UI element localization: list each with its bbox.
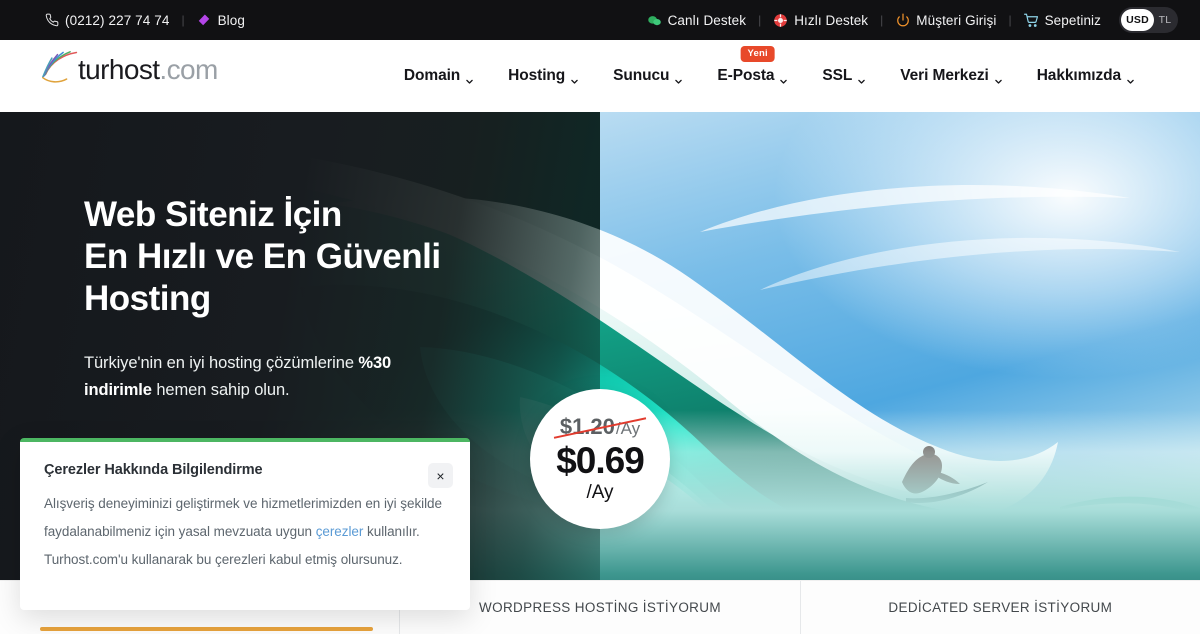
phone-link[interactable]: (0212) 227 74 74 bbox=[44, 13, 169, 28]
fast-support-label: Hızlı Destek bbox=[794, 12, 869, 28]
price-new-amount: $0.69 bbox=[556, 439, 645, 481]
nav-label: Veri Merkezi bbox=[900, 67, 989, 84]
currency-usd-option[interactable]: USD bbox=[1121, 9, 1154, 31]
nav-item-domain[interactable]: Domain bbox=[387, 59, 491, 93]
nav-label: Sunucu bbox=[613, 67, 670, 84]
live-support-label: Canlı Destek bbox=[667, 12, 747, 28]
chevron-down-icon bbox=[465, 73, 474, 84]
hero-sub-part-2: hemen sahip olun. bbox=[151, 380, 290, 399]
fast-support-link[interactable]: Hızlı Destek bbox=[773, 13, 868, 28]
nav-badge-new: Yeni bbox=[740, 46, 775, 62]
hero-content: Web Siteniz İçin En Hızlı ve En Güvenli … bbox=[84, 194, 504, 403]
nav-item-veri-merkezi[interactable]: Veri Merkezi bbox=[883, 59, 1019, 93]
chevron-down-icon bbox=[779, 73, 788, 84]
hero-subheadline: Türkiye'nin en iyi hosting çözümlerine %… bbox=[84, 350, 429, 403]
chevron-down-icon bbox=[857, 73, 866, 84]
cookie-consent-dialog: Çerezler Hakkında Bilgilendirme Alışveri… bbox=[20, 438, 470, 610]
lifebuoy-icon bbox=[773, 13, 788, 28]
logo[interactable]: turhost.com bbox=[40, 50, 218, 90]
tab-label: WORDPRESS HOSTİNG İSTİYORUM bbox=[479, 600, 721, 615]
hero-sub-part-1: Türkiye'nin en iyi hosting çözümlerine bbox=[84, 354, 359, 372]
cookie-policy-link[interactable]: çerezler bbox=[316, 524, 364, 539]
cookie-close-icon[interactable]: × bbox=[428, 463, 453, 488]
chevron-down-icon bbox=[1126, 73, 1135, 84]
nav-item-ssl[interactable]: SSL bbox=[805, 59, 883, 93]
blog-icon bbox=[197, 13, 212, 28]
cart-link[interactable]: Sepetiniz bbox=[1023, 12, 1101, 28]
turhost-logo-icon bbox=[42, 51, 78, 83]
shopping-cart-icon bbox=[1023, 13, 1039, 28]
nav-item-eposta[interactable]: Yeni E-Posta bbox=[700, 46, 805, 93]
blog-link[interactable]: Blog bbox=[197, 13, 245, 28]
logo-wordmark: turhost.com bbox=[78, 56, 218, 84]
topbar-separator-3: | bbox=[880, 13, 884, 27]
cookie-text-line-1: Alışveriş deneyiminizi geliştirmek ve hi… bbox=[44, 496, 397, 511]
chat-bubbles-icon bbox=[647, 13, 662, 28]
site-header: turhost.com Domain Hosting Sunucu Yeni E… bbox=[0, 40, 1200, 112]
cookie-dialog-body: Alışveriş deneyiminizi geliştirmek ve hi… bbox=[44, 490, 448, 574]
price-badge: $1.20/Ay $0.69 /Ay bbox=[530, 389, 670, 529]
live-support-link[interactable]: Canlı Destek bbox=[647, 13, 746, 28]
nav-item-hakkimizda[interactable]: Hakkımızda bbox=[1020, 59, 1152, 93]
currency-toggle[interactable]: USD TL bbox=[1119, 7, 1178, 33]
nav-item-hosting[interactable]: Hosting bbox=[491, 59, 596, 93]
client-login-label: Müşteri Girişi bbox=[916, 12, 997, 28]
currency-tl-option[interactable]: TL bbox=[1154, 14, 1176, 26]
blog-label: Blog bbox=[217, 12, 245, 28]
logo-text-primary: turhost bbox=[78, 54, 160, 85]
hero-headline: Web Siteniz İçin En Hızlı ve En Güvenli … bbox=[84, 195, 441, 318]
cart-label: Sepetiniz bbox=[1044, 12, 1101, 28]
chevron-down-icon bbox=[570, 73, 579, 84]
tab-label: DEDİCATED SERVER İSTİYORUM bbox=[888, 600, 1113, 615]
topbar-left-group: (0212) 227 74 74 | Blog bbox=[44, 13, 245, 28]
topbar-separator-4: | bbox=[1008, 13, 1012, 27]
chevron-down-icon bbox=[994, 73, 1003, 84]
tab-dedicated-server[interactable]: DEDİCATED SERVER İSTİYORUM bbox=[801, 581, 1200, 634]
cookie-text-line-4: olursunuz. bbox=[340, 551, 403, 567]
main-navigation: Domain Hosting Sunucu Yeni E-Posta SSL V… bbox=[387, 46, 1152, 93]
client-login-link[interactable]: Müşteri Girişi bbox=[895, 13, 996, 28]
phone-icon bbox=[44, 13, 59, 28]
topbar-right-group: Canlı Destek | Hızlı Destek | Müşteri Gi… bbox=[647, 7, 1178, 33]
page-root: (0212) 227 74 74 | Blog Canlı Destek | H… bbox=[0, 0, 1200, 634]
price-new-period: /Ay bbox=[586, 482, 614, 504]
nav-label: Hakkımızda bbox=[1036, 67, 1121, 84]
topbar-separator-1: | bbox=[181, 13, 185, 27]
phone-number: (0212) 227 74 74 bbox=[65, 12, 170, 28]
nav-label: Domain bbox=[403, 67, 461, 84]
price-old-wrapper: $1.20/Ay bbox=[553, 415, 647, 440]
chevron-down-icon bbox=[674, 73, 683, 84]
power-icon bbox=[895, 13, 910, 28]
nav-item-sunucu[interactable]: Sunucu bbox=[596, 59, 700, 93]
nav-label: E-Posta bbox=[717, 67, 775, 84]
logo-text-secondary: .com bbox=[159, 54, 218, 85]
cookie-dialog-title: Çerezler Hakkında Bilgilendirme bbox=[44, 462, 263, 478]
nav-label: Hosting bbox=[508, 67, 566, 84]
topbar-separator-2: | bbox=[758, 13, 762, 27]
nav-label: SSL bbox=[822, 67, 853, 84]
top-utility-bar: (0212) 227 74 74 | Blog Canlı Destek | H… bbox=[0, 0, 1200, 40]
tab-active-indicator bbox=[40, 627, 374, 631]
